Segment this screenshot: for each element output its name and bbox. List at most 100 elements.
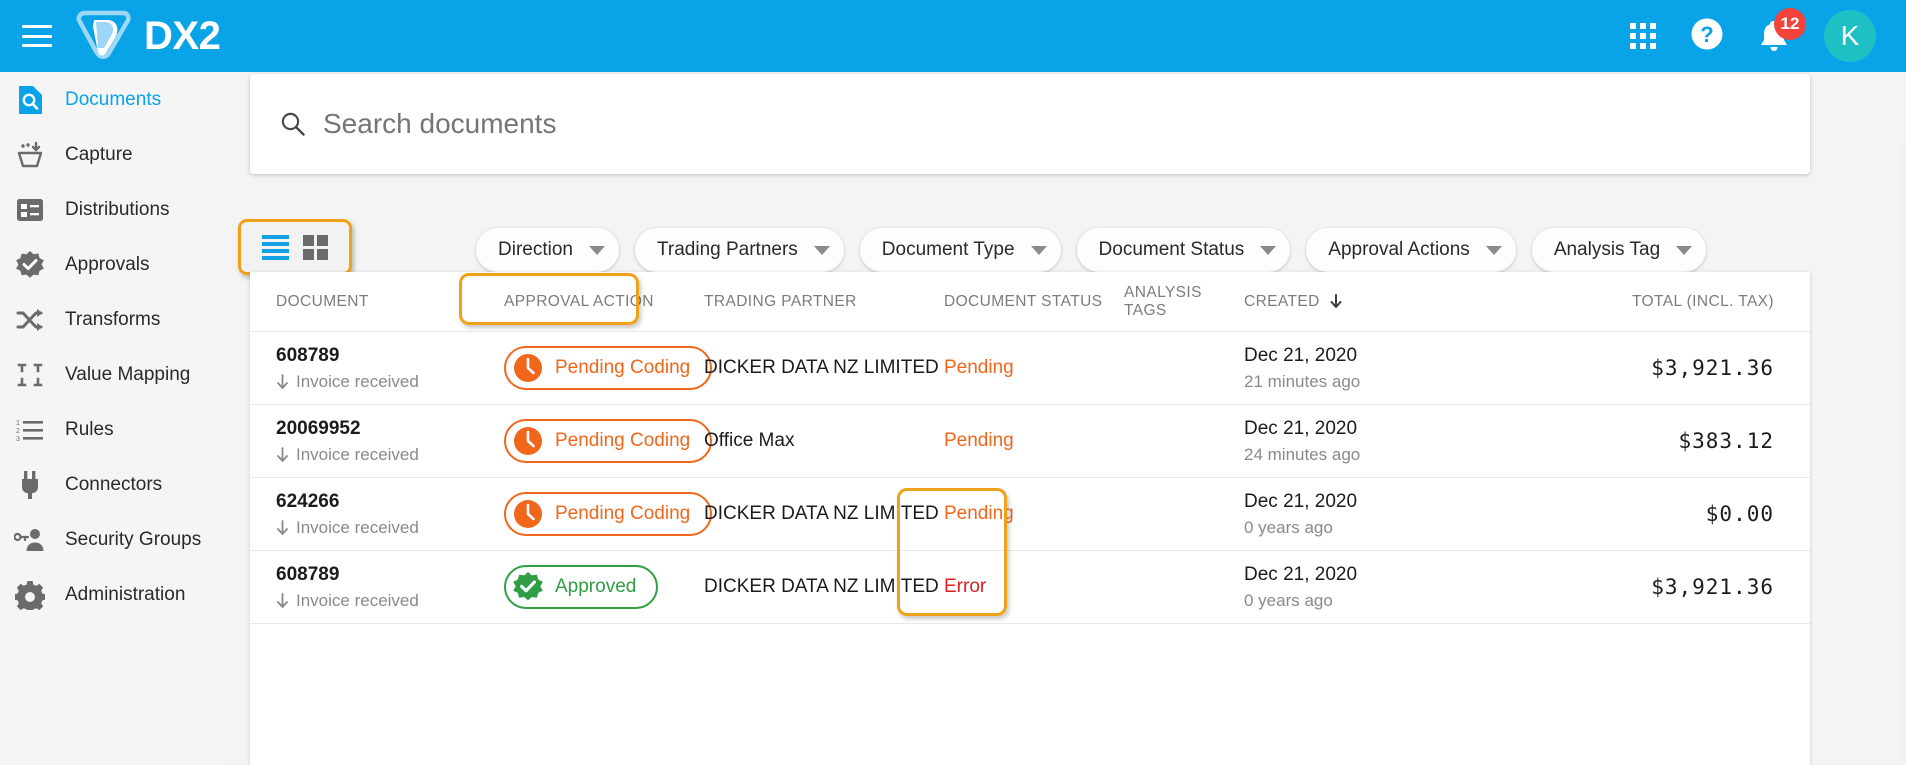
document-number: 608789 (276, 345, 504, 367)
apps-grid-icon[interactable] (1630, 23, 1656, 49)
filter-label: Direction (498, 239, 573, 261)
filter-chips: Direction Trading Partners Document Type… (476, 228, 1706, 272)
sidebar-item-connectors[interactable]: Connectors (0, 457, 218, 512)
notifications-count-badge: 12 (1774, 8, 1806, 40)
brand-name: DX2 (144, 14, 220, 59)
main-content: Direction Trading Partners Document Type… (218, 72, 1906, 765)
sidebar-item-distributions[interactable]: Distributions (0, 182, 218, 237)
badge-check-icon (512, 571, 544, 603)
sidebar-item-label: Value Mapping (65, 364, 190, 386)
cell-created: Dec 21, 2020 0 years ago (1244, 564, 1506, 611)
sidebar-item-documents[interactable]: Documents (0, 72, 218, 127)
list-view-icon[interactable] (262, 235, 289, 260)
clock-icon (512, 498, 544, 530)
view-toggle-group[interactable] (238, 219, 352, 275)
approval-action-badge[interactable]: Pending Coding (504, 419, 712, 463)
distributions-list-icon (13, 193, 47, 227)
sidebar-item-capture[interactable]: Capture (0, 127, 218, 182)
transform-shuffle-icon (13, 303, 47, 337)
download-arrow-icon (276, 593, 289, 609)
filter-approval-actions[interactable]: Approval Actions (1306, 228, 1516, 272)
filter-analysis-tag[interactable]: Analysis Tag (1532, 228, 1706, 272)
brand-logo-link[interactable]: DX2 (76, 7, 220, 66)
sidebar-item-label: Approvals (65, 254, 150, 276)
document-subtitle: Invoice received (276, 518, 504, 538)
approval-badge-check-icon (13, 248, 47, 282)
document-subtitle-label: Invoice received (296, 591, 419, 611)
filter-document-status[interactable]: Document Status (1077, 228, 1291, 272)
gear-icon (13, 578, 47, 612)
document-subtitle: Invoice received (276, 591, 504, 611)
cell-document: 624266 Invoice received (276, 491, 504, 538)
cell-created: Dec 21, 2020 21 minutes ago (1244, 345, 1506, 392)
sidebar-item-label: Distributions (65, 199, 170, 221)
document-search-icon (13, 83, 47, 117)
column-header-total[interactable]: TOTAL (INCL. TAX) (1506, 293, 1810, 311)
search-input[interactable] (323, 108, 1780, 140)
sidebar-item-label: Capture (65, 144, 133, 166)
table-row[interactable]: 608789 Invoice received Ap (250, 551, 1810, 624)
filter-label: Trading Partners (657, 239, 798, 261)
page-scrollbar[interactable] (1898, 144, 1906, 765)
cell-approval-action: Pending Coding (504, 346, 704, 390)
svg-text:1: 1 (16, 420, 20, 427)
cell-total: $3,921.36 (1506, 356, 1810, 380)
approval-action-badge[interactable]: Pending Coding (504, 346, 712, 390)
sidebar-item-label: Administration (65, 584, 185, 606)
sidebar-item-approvals[interactable]: Approvals (0, 237, 218, 292)
filter-document-type[interactable]: Document Type (860, 228, 1061, 272)
cell-document-status: Pending (944, 430, 1124, 452)
plug-icon (13, 468, 47, 502)
sidebar-item-administration[interactable]: Administration (0, 567, 218, 622)
sidebar-item-security-groups[interactable]: Security Groups (0, 512, 218, 567)
search-icon (280, 111, 306, 137)
column-header-created-label: CREATED (1244, 293, 1320, 311)
created-date: Dec 21, 2020 (1244, 418, 1506, 440)
document-number: 20069952 (276, 418, 504, 440)
cell-document-status: Pending (944, 503, 1124, 525)
created-date: Dec 21, 2020 (1244, 345, 1506, 367)
documents-table: DOCUMENT APPROVAL ACTION TRADING PARTNER… (250, 272, 1810, 765)
filter-label: Document Type (882, 239, 1015, 261)
value-mapping-icon (13, 358, 47, 392)
chevron-down-icon (1031, 246, 1047, 255)
created-date: Dec 21, 2020 (1244, 491, 1506, 513)
svg-text:2: 2 (16, 428, 20, 435)
column-header-analysis-tags[interactable]: ANALYSIS TAGS (1124, 284, 1244, 320)
table-row[interactable]: 20069952 Invoice received (250, 405, 1810, 478)
chevron-down-icon (1486, 246, 1502, 255)
sidebar-item-label: Security Groups (65, 529, 201, 551)
approval-action-label: Pending Coding (555, 503, 690, 525)
total-amount: $383.12 (1678, 429, 1774, 453)
cell-approval-action: Approved (504, 565, 704, 609)
notifications-button[interactable]: 12 (1758, 19, 1790, 53)
column-header-document[interactable]: DOCUMENT (276, 293, 504, 311)
svg-text:3: 3 (16, 436, 20, 442)
cell-trading-partner: DICKER DATA NZ LIMITED (704, 576, 944, 598)
avatar[interactable]: K (1824, 10, 1876, 62)
cell-trading-partner: Office Max (704, 430, 944, 452)
search-bar[interactable] (250, 74, 1810, 174)
table-row[interactable]: 608789 Invoice received Pe (250, 332, 1810, 405)
download-arrow-icon (276, 447, 289, 463)
column-header-document-status[interactable]: DOCUMENT STATUS (944, 293, 1124, 311)
approval-action-badge[interactable]: Pending Coding (504, 492, 712, 536)
sidebar-item-value-mapping[interactable]: Value Mapping (0, 347, 218, 402)
hamburger-icon[interactable] (22, 25, 52, 47)
table-row[interactable]: 624266 Invoice received Pe (250, 478, 1810, 551)
clock-icon (512, 352, 544, 384)
cell-trading-partner: DICKER DATA NZ LIMITED (704, 357, 944, 379)
sidebar-item-rules[interactable]: 1 2 3 Rules (0, 402, 218, 457)
filter-trading-partners[interactable]: Trading Partners (635, 228, 844, 272)
grid-view-icon[interactable] (303, 235, 328, 260)
column-header-trading-partner[interactable]: TRADING PARTNER (704, 293, 944, 311)
key-user-icon (13, 523, 47, 557)
sidebar-item-transforms[interactable]: Transforms (0, 292, 218, 347)
approval-action-badge[interactable]: Approved (504, 565, 658, 609)
filter-direction[interactable]: Direction (476, 228, 619, 272)
help-circle-icon[interactable]: ? (1690, 17, 1724, 56)
chevron-down-icon (1260, 246, 1276, 255)
column-header-created[interactable]: CREATED (1244, 293, 1506, 311)
chevron-down-icon (814, 246, 830, 255)
column-header-approval-action[interactable]: APPROVAL ACTION (504, 293, 704, 311)
